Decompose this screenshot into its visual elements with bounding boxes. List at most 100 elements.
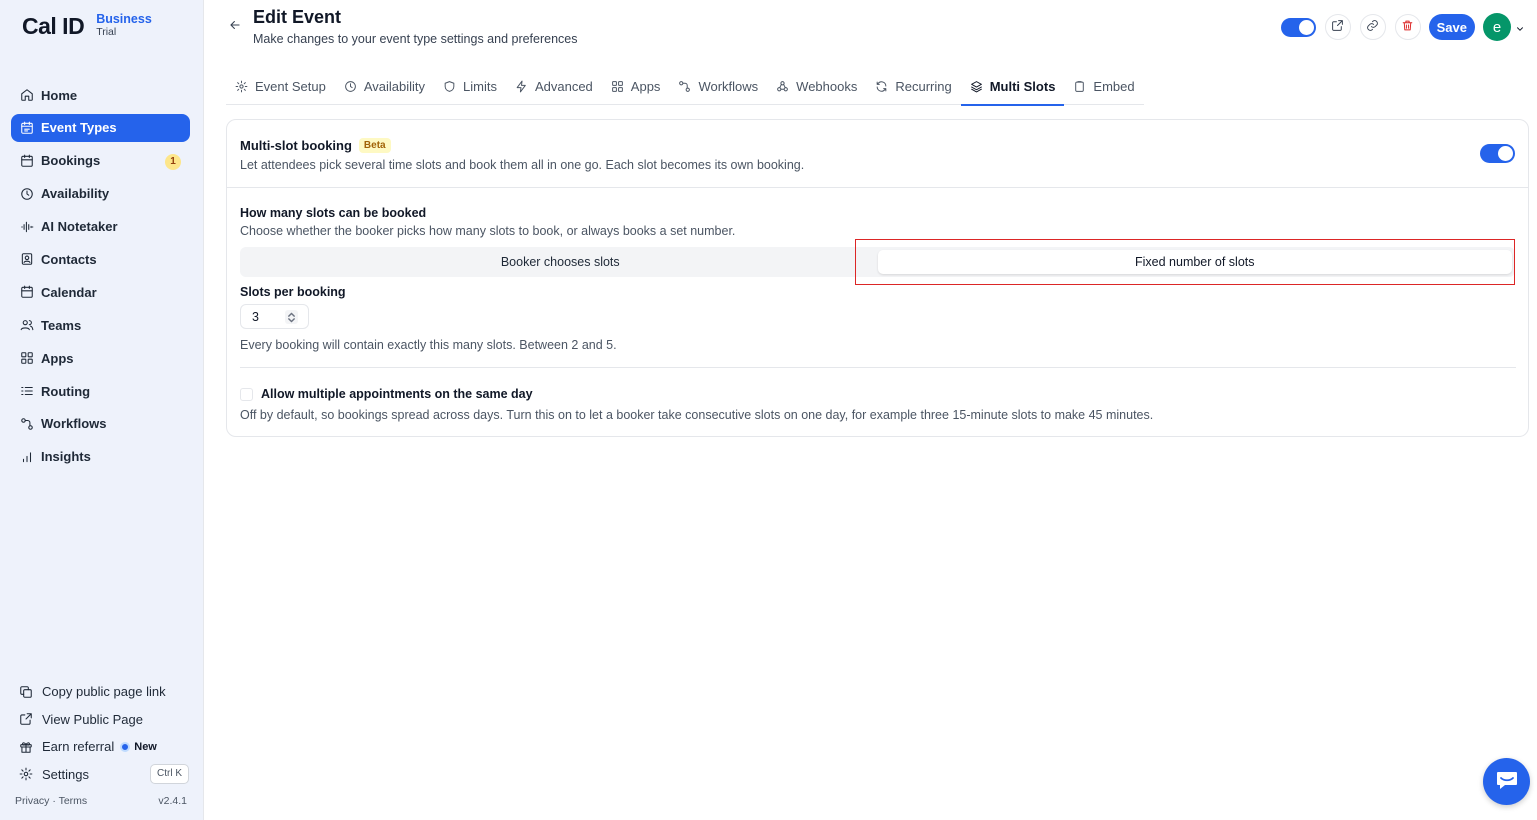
- sidebar-item-workflows[interactable]: Workflows: [11, 410, 190, 438]
- gear-icon: [235, 80, 249, 94]
- same-day-checkbox[interactable]: [240, 387, 253, 401]
- section-divider: [240, 367, 1516, 368]
- slot-count-label: How many slots can be booked: [240, 206, 427, 220]
- back-arrow-icon[interactable]: [228, 18, 244, 34]
- settings-label: Settings: [42, 766, 89, 782]
- tab-availability[interactable]: Availability: [335, 68, 434, 105]
- sidebar-item-routing[interactable]: Routing: [11, 377, 190, 405]
- multi-slot-toggle[interactable]: [1480, 144, 1515, 163]
- trash-icon: [1401, 19, 1414, 35]
- tab-embed[interactable]: Embed: [1064, 68, 1143, 105]
- tab-webhooks[interactable]: Webhooks: [767, 68, 866, 105]
- sidebar-item-insights[interactable]: Insights: [11, 443, 190, 471]
- bookings-count-badge: 1: [165, 153, 181, 170]
- same-day-label[interactable]: Allow multiple appointments on the same …: [261, 387, 533, 401]
- new-badge: New: [134, 740, 157, 753]
- copy-public-link-label: Copy public page link: [42, 684, 166, 700]
- copy-icon: [18, 684, 34, 700]
- privacy-terms-link[interactable]: Privacy · Terms: [15, 795, 87, 807]
- sidebar-item-label: Bookings: [41, 153, 101, 169]
- slot-count-description: Choose whether the booker picks how many…: [240, 224, 736, 238]
- preview-button[interactable]: [1324, 14, 1351, 40]
- tab-event-setup[interactable]: Event Setup: [226, 68, 335, 105]
- header-actions: Save e: [1280, 13, 1525, 41]
- view-public-page-link[interactable]: View Public Page: [11, 706, 190, 734]
- tab-label: Multi Slots: [989, 79, 1056, 94]
- tab-limits[interactable]: Limits: [434, 68, 506, 105]
- option-booker-chooses[interactable]: Booker chooses slots: [243, 250, 878, 274]
- sidebar-item-home[interactable]: Home: [11, 81, 190, 109]
- copy-link-button[interactable]: [1359, 14, 1386, 40]
- tab-label: Event Setup: [255, 79, 326, 94]
- page-subtitle: Make changes to your event type settings…: [253, 32, 578, 46]
- sidebar-item-label: Teams: [41, 317, 82, 333]
- tab-label: Webhooks: [796, 79, 858, 94]
- sidebar-item-contacts[interactable]: Contacts: [11, 245, 190, 273]
- slots-per-booking-help: Every booking will contain exactly this …: [240, 338, 617, 352]
- tab-advanced[interactable]: Advanced: [506, 68, 602, 105]
- bar-chart-icon: [19, 449, 35, 465]
- brand[interactable]: Cal ID Business Trial: [22, 12, 152, 40]
- calendar-icon: [19, 153, 35, 169]
- event-enabled-toggle[interactable]: [1280, 17, 1316, 37]
- chat-support-button[interactable]: [1483, 758, 1530, 805]
- settings-link[interactable]: Settings Ctrl K: [11, 761, 190, 789]
- view-public-page-label: View Public Page: [42, 711, 143, 727]
- slots-per-booking-value: 3: [252, 309, 259, 324]
- users-icon: [19, 317, 35, 333]
- webhook-icon: [776, 80, 790, 94]
- option-fixed-number[interactable]: Fixed number of slots: [877, 250, 1512, 274]
- same-day-option: Allow multiple appointments on the same …: [240, 387, 533, 401]
- multi-slot-title: Multi-slot booking Beta: [240, 138, 391, 153]
- tab-label: Recurring: [895, 79, 952, 94]
- same-day-description: Off by default, so bookings spread acros…: [240, 408, 1154, 422]
- gear-icon: [18, 766, 34, 782]
- tab-workflows[interactable]: Workflows: [669, 68, 767, 105]
- chevron-down-icon[interactable]: [1515, 22, 1525, 32]
- tab-recurring[interactable]: Recurring: [866, 68, 960, 105]
- link-icon: [1366, 19, 1379, 35]
- sidebar-item-teams[interactable]: Teams: [11, 311, 190, 339]
- page-title: Edit Event: [253, 7, 342, 27]
- tab-multi-slots[interactable]: Multi Slots: [960, 68, 1065, 106]
- toggle-knob: [1298, 19, 1314, 35]
- sidebar-item-availability[interactable]: Availability: [11, 180, 190, 208]
- sidebar-item-label: Workflows: [41, 416, 107, 432]
- sidebar-bottom-links: Copy public page link View Public Page E…: [11, 678, 190, 788]
- gift-icon: [18, 739, 34, 755]
- save-button[interactable]: Save: [1428, 14, 1475, 40]
- sidebar-item-label: Routing: [41, 383, 91, 399]
- contacts-icon: [19, 251, 35, 267]
- plan-indicator: Business Trial: [96, 13, 152, 39]
- stepper-arrows-icon[interactable]: [285, 310, 298, 324]
- sidebar: Cal ID Business Trial Home Event Types B…: [0, 0, 204, 820]
- workflow-icon: [678, 80, 692, 94]
- slots-per-booking-stepper[interactable]: 3: [240, 304, 309, 329]
- sidebar-item-event-types[interactable]: Event Types: [11, 113, 190, 142]
- earn-referral-label: Earn referral: [42, 739, 115, 755]
- multi-slot-description: Let attendees pick several time slots an…: [240, 158, 805, 172]
- sidebar-item-calendar[interactable]: Calendar: [11, 278, 190, 306]
- multi-slot-settings-card: Multi-slot booking Beta Let attendees pi…: [226, 119, 1529, 437]
- sidebar-item-apps[interactable]: Apps: [11, 344, 190, 372]
- sidebar-item-label: AI Notetaker: [41, 219, 118, 235]
- keyboard-shortcut-hint: Ctrl K: [150, 763, 189, 784]
- tab-label: Limits: [463, 79, 497, 94]
- plan-name: Business: [96, 12, 152, 26]
- tab-apps[interactable]: Apps: [602, 68, 670, 105]
- sidebar-item-label: Insights: [41, 449, 91, 465]
- tab-label: Advanced: [534, 79, 593, 94]
- sidebar-nav: Home Event Types Bookings 1 Availability…: [11, 81, 190, 476]
- clock-icon: [19, 186, 35, 202]
- calendar-icon: [19, 284, 35, 300]
- sidebar-item-bookings[interactable]: Bookings 1: [11, 147, 190, 175]
- sidebar-item-ai-notetaker[interactable]: AI Notetaker: [11, 213, 190, 241]
- shield-icon: [443, 80, 457, 94]
- copy-public-link-button[interactable]: Copy public page link: [11, 678, 190, 706]
- earn-referral-link[interactable]: Earn referral New: [11, 733, 190, 761]
- repeat-icon: [875, 80, 889, 94]
- apps-grid-icon: [611, 80, 625, 94]
- delete-button[interactable]: [1394, 14, 1421, 40]
- tab-label: Embed: [1093, 79, 1135, 94]
- avatar[interactable]: e: [1483, 13, 1511, 41]
